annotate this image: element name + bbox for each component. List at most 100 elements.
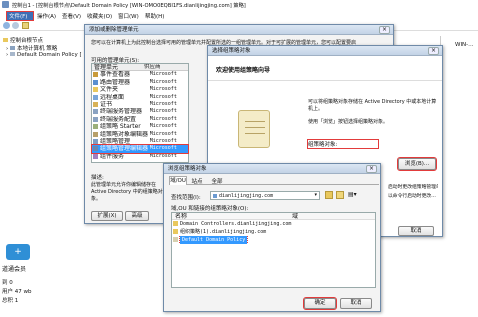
col-domain: 域 <box>292 213 299 220</box>
snapin-row[interactable]: 组策略管理 Microsoft <box>92 138 188 145</box>
menu-action[interactable]: 操作(A) <box>37 12 59 20</box>
lookin-select[interactable]: dianlijingjing.com ▾ <box>210 191 320 200</box>
snapin-row[interactable]: 证书 Microsoft <box>92 101 188 108</box>
snapin-icon <box>93 146 98 152</box>
app-icon <box>2 1 9 8</box>
col-snapin: 管理单元 <box>94 64 119 71</box>
view-menu-icon[interactable]: ▤▾ <box>348 191 358 199</box>
snapin-vendor: Microsoft <box>149 78 177 85</box>
ok-button[interactable]: 确定 <box>303 297 337 310</box>
snapin-list[interactable]: 管理单元 供应商 事件查看器 Microsoft 路由管理器 Microsoft 文件夹… <box>91 63 189 163</box>
cancel-button[interactable]: 取消 <box>340 298 372 309</box>
desc-text: 此管理单元允许你编辑储存在 Active Directory 中的组策略对象。 <box>91 182 163 201</box>
up-folder-icon[interactable] <box>325 191 333 199</box>
ou-folder-icon <box>173 221 178 227</box>
dropdown-arrow-icon: ▾ <box>314 192 317 198</box>
gpo-rows: Domain Controllers.dianlijingjing.com 组织策… <box>172 220 375 245</box>
snapin-row[interactable]: 组策略管理编辑器 Microsoft <box>91 144 189 154</box>
wizard-header: 欢迎使用组策略向导 <box>208 57 442 81</box>
gpo-name: Domain Controllers.dianlijingjing.com <box>180 221 292 228</box>
menu-favorites[interactable]: 收藏夹(O) <box>87 12 115 20</box>
snapin-row[interactable]: 路由管理器 Microsoft <box>92 79 188 86</box>
snapin-icon <box>93 153 98 159</box>
snapin-icon <box>93 79 98 85</box>
tree-item-local-policy[interactable]: › 本地计算机 策略 <box>6 44 82 52</box>
snapin-icon <box>93 94 98 100</box>
wizard-titlebar: 选择组策略对象 <box>208 46 442 56</box>
tree-item-default-domain[interactable]: › Default Domain Policy [ <box>6 52 82 58</box>
snapin-icon <box>93 116 98 122</box>
snapin-name: 路由管理器 <box>100 78 131 86</box>
close-icon[interactable]: × <box>366 165 377 173</box>
stat-line-1: 到 0 <box>2 280 13 286</box>
expand-button[interactable]: 扩展(X) <box>91 211 123 221</box>
tab-strip: 域/OU 站点 全部 <box>169 176 379 185</box>
wizard-title: 选择组策略对象 <box>212 48 251 54</box>
lookin-value: dianlijingjing.com <box>219 193 274 199</box>
tree-root[interactable]: 控制台根节点 <box>3 36 81 44</box>
advanced-button[interactable]: 高级 <box>125 211 149 221</box>
scroll-line <box>245 127 265 128</box>
snapin-row[interactable]: 文件夹 Microsoft <box>92 86 188 93</box>
snapin-name: 组策略 Starter <box>100 123 141 131</box>
main-title: 控制台1 - [控制台根节点\Default Domain Policy [WI… <box>12 3 246 9</box>
snapin-vendor: Microsoft <box>149 86 177 93</box>
tab-sites[interactable]: 站点 <box>189 177 205 185</box>
snapin-row[interactable]: 事件查看器 Microsoft <box>92 71 188 78</box>
snapin-icon <box>93 124 98 130</box>
browse-title: 浏览组策略对象 <box>168 166 207 172</box>
snapin-row[interactable]: 远程桌面 Microsoft <box>92 94 188 101</box>
snapin-vendor: Microsoft <box>149 130 177 137</box>
console-tree-icon[interactable] <box>22 22 29 29</box>
menu-view[interactable]: 查看(V) <box>62 12 84 20</box>
forward-icon[interactable] <box>12 22 19 29</box>
snapin-icon <box>93 131 98 137</box>
gpo-icon <box>9 52 15 56</box>
close-icon[interactable]: × <box>379 26 390 34</box>
snapin-name: 终端服务管理器 <box>100 108 143 116</box>
col-vendor: 供应商 <box>144 64 161 70</box>
tab-domain-ou[interactable]: 域/OU <box>169 176 187 185</box>
lookin-label: 查找范围(I): <box>171 195 201 201</box>
col-name: 名称 <box>175 213 188 220</box>
snapin-row[interactable]: 组件服务 Microsoft <box>92 153 188 160</box>
wizard-note-2: 以命令行启动时更改… <box>388 194 436 199</box>
wizard-p1: 可以将组策略对象存储在 Active Directory 中或本地计算机上。 <box>308 99 437 112</box>
snapin-icon <box>93 109 98 115</box>
gpo-row[interactable]: Domain Controllers.dianlijingjing.com <box>172 220 375 228</box>
gpo-scroll-icon <box>238 110 270 148</box>
wizard-cancel-button[interactable]: 取消 <box>398 226 434 236</box>
tab-all[interactable]: 全部 <box>209 177 225 185</box>
browse-dialog: 浏览组策略对象 × 域/OU 站点 全部 查找范围(I): dianlijing… <box>163 163 381 312</box>
wizard-p2: 使用「浏览」按钮选择组策略对象。 <box>308 119 389 125</box>
menu-help[interactable]: 帮助(H) <box>145 12 169 20</box>
domain-icon <box>213 194 217 198</box>
computer-icon <box>9 46 15 50</box>
ou-folder-icon <box>173 229 178 235</box>
snapin-row[interactable]: 组策略对象编辑器 Microsoft <box>92 131 188 138</box>
snapin-vendor: Microsoft <box>149 100 177 107</box>
snapin-vendor: Microsoft <box>149 145 177 152</box>
add-folder-icon[interactable] <box>336 191 344 199</box>
scroll-line <box>245 121 265 122</box>
snapin-vendor: Microsoft <box>149 115 177 122</box>
close-icon[interactable]: × <box>428 47 439 55</box>
snapin-row[interactable]: 组策略 Starter Microsoft <box>92 123 188 130</box>
snapin-name: 事件查看器 <box>100 71 131 79</box>
gpo-row[interactable]: Default Domain Policy <box>172 236 375 245</box>
snapin-row[interactable]: 终端服务配置 Microsoft <box>92 116 188 123</box>
browse-button[interactable]: 浏览(B)... <box>397 157 437 171</box>
snapin-icon <box>93 87 98 93</box>
console-tree: 控制台根节点 › 本地计算机 策略 › Default Domain Polic… <box>0 33 82 213</box>
back-icon[interactable] <box>3 22 10 29</box>
gpo-row[interactable]: 组织策略(1).dianlijingjing.com <box>172 228 375 236</box>
menu-bar: 文件(F) 操作(A) 查看(V) 收藏夹(O) 窗口(W) 帮助(H) <box>0 11 478 21</box>
menu-file[interactable]: 文件(F) <box>6 11 34 21</box>
scroll-line <box>245 133 265 134</box>
addsnap-titlebar: 添加或删除管理单元 <box>85 25 393 35</box>
snapin-row[interactable]: 终端服务管理器 Microsoft <box>92 108 188 115</box>
right-pane-border <box>440 36 478 221</box>
menu-window[interactable]: 窗口(W) <box>118 12 142 20</box>
snapin-name: 组策略管理编辑器 <box>100 145 149 153</box>
gpo-list[interactable]: 名称 域 Domain Controllers.dianlijingjing.c… <box>171 212 376 288</box>
